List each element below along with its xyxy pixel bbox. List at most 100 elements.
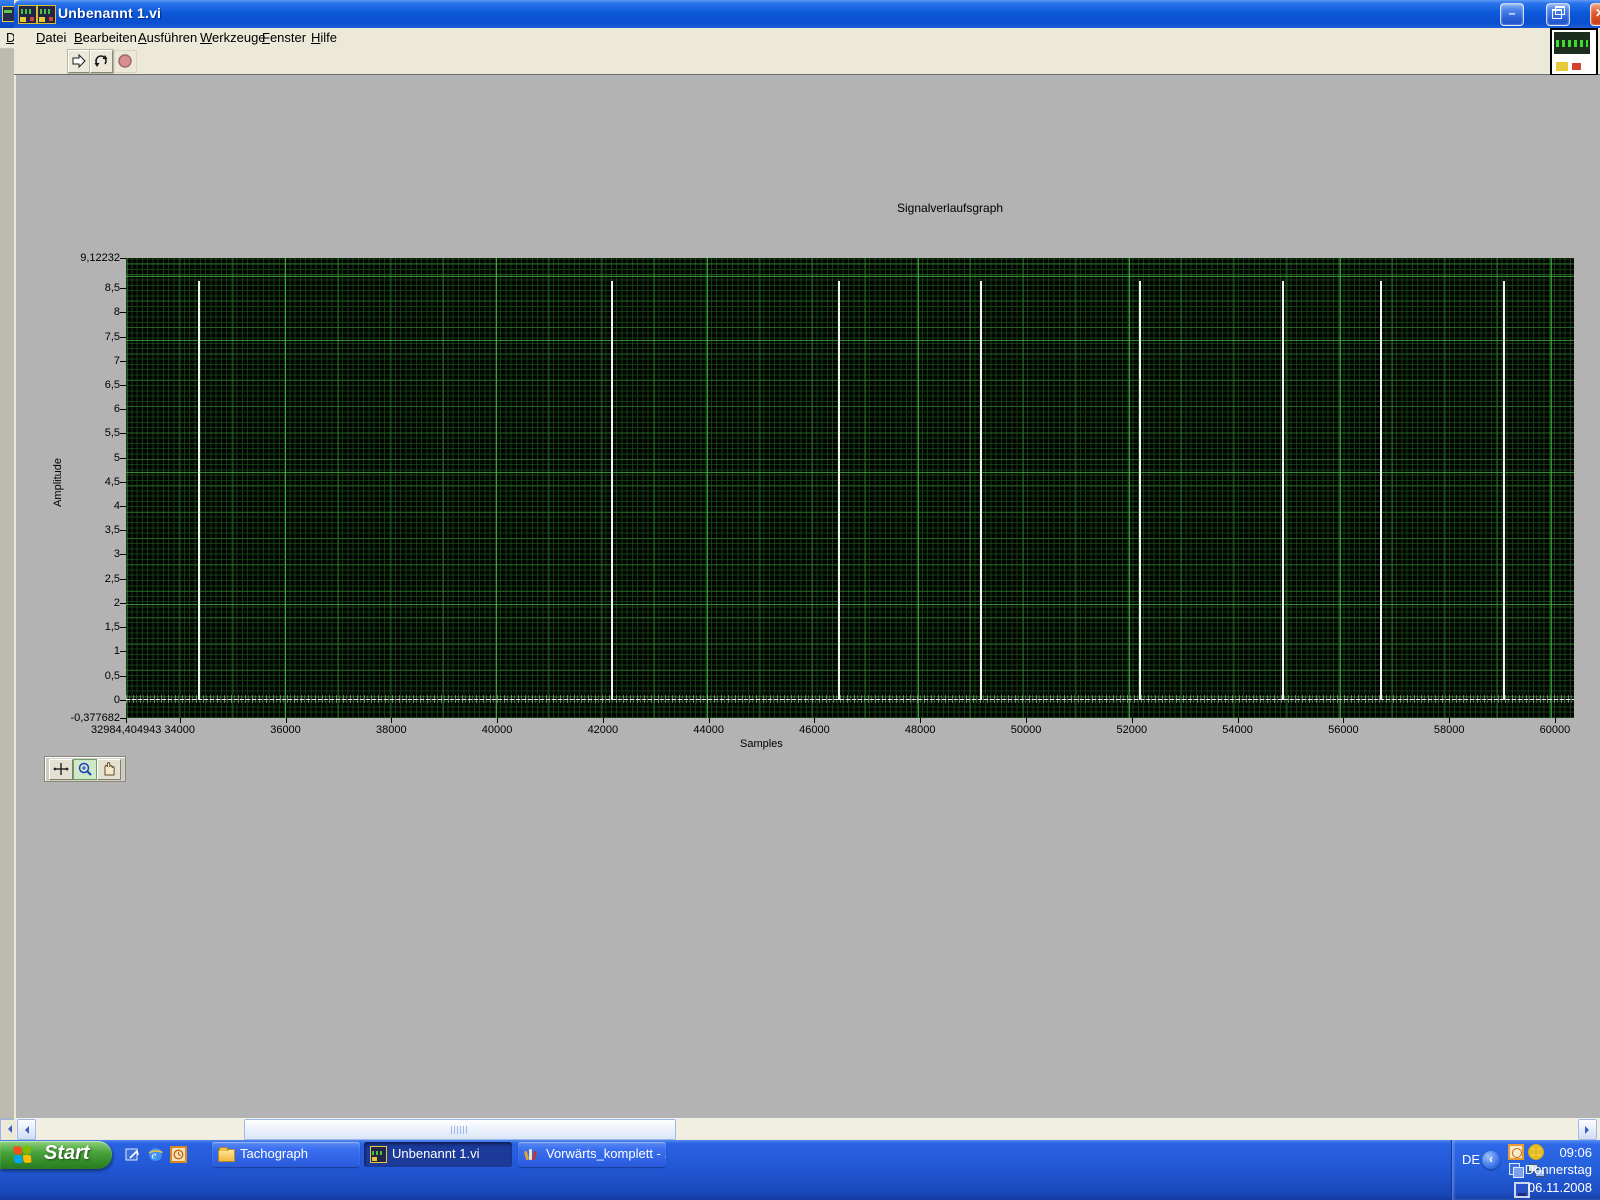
task-button-tachograph[interactable]: Tachograph bbox=[212, 1142, 360, 1167]
graph-palette bbox=[44, 756, 126, 782]
internet-explorer-icon[interactable]: e bbox=[147, 1146, 164, 1163]
x-tick-mark bbox=[285, 718, 287, 723]
background-window-menubar[interactable]: D bbox=[0, 28, 15, 49]
graph-label: Signalverlaufsgraph bbox=[897, 201, 1004, 215]
run-button[interactable] bbox=[68, 50, 91, 73]
menu-item-ausfhren[interactable]: Ausführen bbox=[138, 30, 197, 45]
layers-tray-icon[interactable] bbox=[1508, 1162, 1524, 1178]
titlebar[interactable]: Unbenannt 1.vi – ✕ bbox=[14, 0, 1600, 28]
labview-front-panel-window: Unbenannt 1.vi – ✕ Datei BearbeitenAusfüh… bbox=[14, 0, 1600, 1140]
y-tick-label: 2,5 bbox=[104, 572, 120, 585]
scroll-grip bbox=[451, 1126, 468, 1134]
pan-tool-button[interactable] bbox=[97, 759, 121, 780]
x-tick-label: 50000 bbox=[1010, 724, 1042, 736]
minimize-button[interactable]: – bbox=[1500, 3, 1524, 26]
taskbar: Start e Tachograph Unbenannt 1.vi Vorwär… bbox=[0, 1140, 1600, 1200]
signal-spike bbox=[1379, 280, 1382, 700]
y-tick-label: 7,5 bbox=[104, 330, 120, 343]
x-tick-label: 46000 bbox=[799, 724, 830, 736]
x-tick-label: 54000 bbox=[1222, 724, 1253, 736]
y-tick-label: 3 bbox=[113, 548, 120, 561]
menu-item-datei[interactable]: Datei bbox=[36, 30, 66, 45]
x-tick-mark bbox=[1554, 718, 1556, 723]
restore-button[interactable] bbox=[1546, 3, 1570, 26]
scroll-left-icon bbox=[21, 1126, 29, 1134]
scroll-right-button[interactable] bbox=[1578, 1119, 1597, 1140]
zoom-tool-button[interactable] bbox=[73, 759, 97, 780]
run-continuous-button[interactable] bbox=[90, 50, 113, 73]
y-tick-label: 4,5 bbox=[104, 475, 120, 488]
labview-vi-icon bbox=[18, 5, 37, 24]
signal-spike bbox=[197, 280, 200, 700]
toolbar bbox=[14, 28, 1600, 76]
menu-item-fenster[interactable]: Fenster bbox=[262, 30, 306, 45]
menu-item-bearbeiten[interactable]: Bearbeiten bbox=[74, 30, 137, 45]
x-tick-mark bbox=[1237, 718, 1239, 723]
x-tick-mark bbox=[1449, 718, 1451, 723]
horizontal-scroll-thumb[interactable] bbox=[244, 1119, 676, 1140]
y-tick-label: 7 bbox=[113, 354, 120, 367]
task-label: Vorwärts_komplett - ... bbox=[546, 1146, 666, 1161]
y-tick-label: 8 bbox=[113, 306, 120, 319]
x-tick-label: 44000 bbox=[693, 724, 724, 736]
x-tick-mark bbox=[179, 718, 181, 723]
task-button-vorwaerts-komplett[interactable]: Vorwärts_komplett - ... bbox=[518, 1142, 666, 1167]
gear-tray-icon[interactable] bbox=[1528, 1144, 1544, 1160]
vi-icon-box[interactable] bbox=[1550, 28, 1598, 76]
x-tick-label: 52000 bbox=[1116, 724, 1148, 736]
task-button-unbenannt-1vi[interactable]: Unbenannt 1.vi bbox=[364, 1142, 512, 1167]
x-tick-mark bbox=[1343, 718, 1345, 723]
menubar: Datei Bearbeiten Ausführen Werkzeuge Fenster… bbox=[14, 28, 1600, 49]
y-tick-label: 9,12232 bbox=[80, 252, 120, 264]
waveform-graph-plot[interactable] bbox=[126, 258, 1574, 718]
tray-collapse-chevron-icon[interactable]: ‹ bbox=[1482, 1151, 1500, 1169]
clock-tray-icon[interactable] bbox=[1508, 1144, 1524, 1160]
app-icon bbox=[523, 1146, 540, 1162]
scroll-left-icon bbox=[4, 1125, 12, 1133]
y-tick-label: 5,5 bbox=[104, 427, 120, 440]
menu-item-werkzeuge[interactable]: Werkzeuge bbox=[200, 30, 266, 45]
background-window-scroll-left-button[interactable] bbox=[0, 1119, 15, 1141]
y-tick-label: 0,5 bbox=[104, 669, 120, 682]
horizontal-scrollbar[interactable] bbox=[16, 1118, 1600, 1140]
clock-app-icon[interactable] bbox=[170, 1146, 187, 1163]
hand-icon bbox=[104, 762, 115, 776]
close-button[interactable]: ✕ bbox=[1590, 3, 1600, 26]
tray-day: Donnerstag bbox=[1524, 1162, 1592, 1177]
x-tick-mark bbox=[602, 718, 604, 723]
x-tick-label: 56000 bbox=[1328, 724, 1359, 736]
front-panel: Signalverlaufsgraph Amplitude 9,12232 8,5… bbox=[16, 75, 1600, 1118]
y-tick-label: 1,5 bbox=[104, 621, 120, 634]
x-tick-mark bbox=[1026, 718, 1028, 723]
start-label: Start bbox=[44, 1142, 90, 1164]
x-axis-title: Samples bbox=[740, 738, 783, 750]
signal-spike bbox=[980, 280, 983, 700]
language-indicator[interactable]: DE bbox=[1462, 1152, 1480, 1167]
scroll-right-icon bbox=[1585, 1126, 1593, 1134]
menu-item-hilfe[interactable]: Hilfe bbox=[311, 30, 337, 45]
signal-spike bbox=[1139, 280, 1142, 700]
background-window-titlebar[interactable] bbox=[0, 0, 15, 28]
show-desktop-icon[interactable] bbox=[124, 1146, 141, 1163]
y-tick-label: 8,5 bbox=[104, 282, 120, 295]
crosshair-icon bbox=[53, 763, 69, 775]
signal-spike bbox=[837, 280, 840, 700]
y-tick-label: 4 bbox=[113, 500, 120, 513]
cursor-tool-button[interactable] bbox=[49, 759, 73, 780]
vi-icon-waveform bbox=[1554, 32, 1590, 54]
windows-flag-icon bbox=[13, 1145, 33, 1165]
run-arrow-icon bbox=[72, 53, 86, 69]
task-label: Tachograph bbox=[240, 1146, 308, 1161]
x-tick-mark bbox=[814, 718, 816, 723]
magnifier-icon bbox=[78, 762, 92, 776]
x-tick-mark bbox=[391, 718, 393, 723]
y-tick-label: 2 bbox=[113, 596, 120, 609]
abort-button[interactable] bbox=[114, 50, 137, 73]
signal-spike bbox=[1281, 280, 1284, 700]
x-tick-label: 34000 bbox=[164, 724, 195, 736]
restore-icon bbox=[1552, 6, 1565, 19]
start-button[interactable]: Start bbox=[0, 1141, 112, 1169]
x-tick-label: 48000 bbox=[904, 724, 936, 736]
x-tick-label: 40000 bbox=[481, 724, 513, 736]
scroll-left-button[interactable] bbox=[17, 1119, 36, 1140]
